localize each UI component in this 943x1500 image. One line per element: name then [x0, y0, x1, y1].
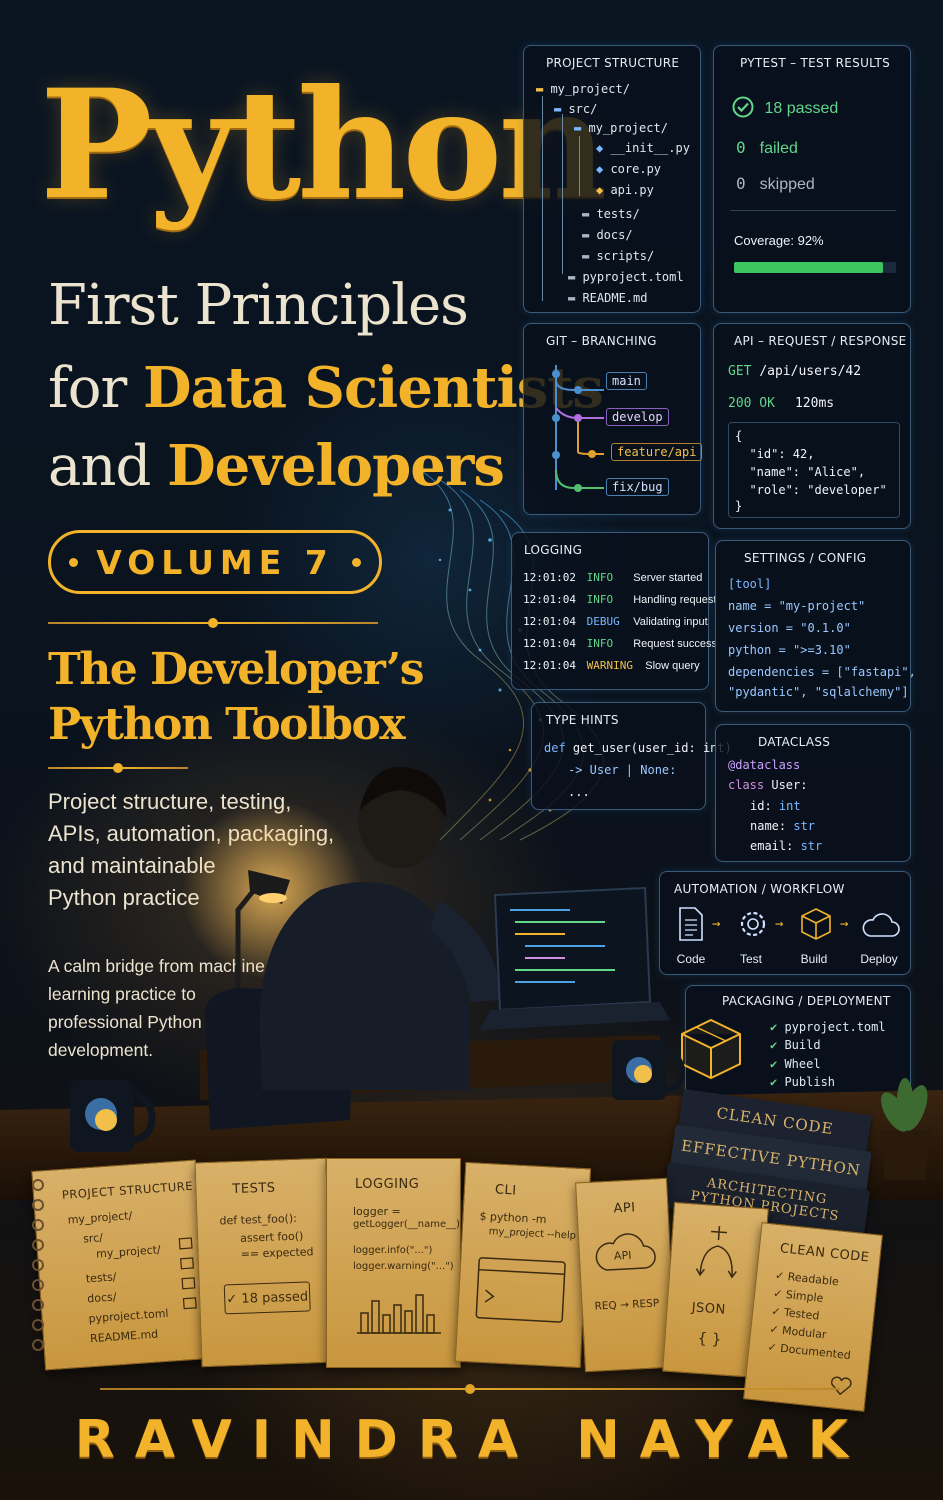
- panel-heading: TYPE HINTS: [546, 713, 619, 727]
- tree-item: ▬ README.md: [568, 291, 648, 305]
- panel-api: API – REQUEST / RESPONSE GET /api/users/…: [713, 323, 911, 529]
- api-status-line: 200 OK 120ms: [728, 396, 835, 411]
- panel-settings: SETTINGS / CONFIG [tool] name = "my-proj…: [715, 540, 916, 712]
- config-line: version = "0.1.0": [728, 621, 851, 635]
- title-first-principles: First Principles: [48, 273, 469, 338]
- folder-icon: ▬: [582, 207, 597, 221]
- folder-icon: ▬: [554, 102, 569, 116]
- file-icon: ▬: [568, 270, 583, 284]
- tests-passed-badge: ✓ 18 passed: [223, 1281, 311, 1315]
- panel-heading: PYTEST – TEST RESULTS: [740, 56, 891, 70]
- dot-left: [69, 557, 79, 567]
- tree-item: ◆ core.py: [596, 162, 662, 176]
- tree-item: ▬ src/: [554, 102, 598, 116]
- branch-develop: develop: [606, 408, 669, 426]
- page-api: API API REQ → RESP: [575, 1177, 677, 1373]
- tree-item: ▬ scripts/: [582, 249, 655, 263]
- panel-project-structure: PROJECT STRUCTURE ▬ my_project/ ▬ src/ ▬…: [523, 45, 701, 313]
- title-line-data-scientists: for Data Scientists: [48, 360, 604, 417]
- coverage-label: Coverage: 92%: [734, 233, 824, 248]
- volume-badge: VOLUME 7: [48, 530, 382, 594]
- log-row: 12:01:02 INFO Server started: [523, 571, 703, 584]
- config-line: name = "my-project": [728, 599, 866, 613]
- book-cover: Python First Principles for Data Scienti…: [0, 0, 943, 1500]
- subtitle-line1: The Developer’s: [48, 644, 424, 695]
- branch-main: main: [606, 372, 647, 390]
- failed-row: 0 failed: [736, 138, 798, 157]
- folder-icon: ▬: [582, 249, 597, 263]
- notebook-spiral: [32, 1179, 44, 1351]
- tree-item: ▬ tests/: [582, 207, 640, 221]
- log-row: 12:01:04 DEBUG Validating input: [523, 615, 708, 628]
- tree-item: ▬ my_project/: [574, 121, 668, 135]
- author-divider: [100, 1384, 840, 1394]
- panel-heading: GIT – BRANCHING: [546, 334, 657, 348]
- python-file-icon: ◆: [596, 141, 611, 155]
- page-cli: CLI $ python -m my_project --help: [454, 1161, 592, 1369]
- dot-right: [351, 557, 361, 567]
- log-row: 12:01:04 INFO Handling request: [523, 593, 717, 606]
- panel-heading: API – REQUEST / RESPONSE: [734, 334, 907, 348]
- panel-heading: LOGGING: [524, 543, 583, 557]
- panel-heading: PROJECT STRUCTURE: [546, 56, 680, 70]
- page-clean-code: CLEAN CODE ✓ Readable ✓ Simple ✓ Tested …: [743, 1222, 883, 1412]
- volume-label: VOLUME 7: [96, 542, 334, 582]
- divider-top: [48, 618, 378, 628]
- passed-row: 18 passed: [732, 96, 838, 118]
- terminal-window-icon: [475, 1257, 566, 1323]
- panel-logging: LOGGING 12:01:02 INFO Server started 12:0…: [511, 532, 717, 690]
- panel-pytest: PYTEST – TEST RESULTS 18 passed 0 failed …: [713, 45, 911, 313]
- tree-item: ▬ pyproject.toml: [568, 270, 684, 284]
- folder-icon: ▬: [536, 82, 551, 96]
- branch-fix: fix/bug: [606, 478, 669, 496]
- passed-label: 18 passed: [764, 100, 839, 117]
- page-tests: TESTS def test_foo(): assert foo() == ex…: [194, 1157, 334, 1368]
- panel-git: GIT – BRANCHING main develop feature/api…: [523, 323, 703, 515]
- file-icon: ▬: [568, 291, 583, 305]
- title-developers: Developers: [167, 433, 505, 499]
- folder-icon: ▬: [582, 228, 597, 242]
- config-line: [tool]: [728, 577, 772, 591]
- panel-heading: SETTINGS / CONFIG: [744, 551, 867, 565]
- merge-arrows-icon: [695, 1226, 737, 1279]
- tree-item: ▬ my_project/: [536, 82, 630, 96]
- api-request-line: GET /api/users/42: [728, 364, 862, 379]
- coverage-bar: [734, 262, 896, 273]
- config-line: dependencies = ["fastapi",: [728, 665, 916, 679]
- config-line: "pydantic", "sqlalchemy"]: [728, 685, 909, 699]
- title-python: Python: [40, 57, 607, 233]
- title-prefix-for: for: [48, 356, 144, 421]
- author-name: RAVINDRA NAYAK: [74, 1410, 869, 1470]
- log-row: 12:01:04 INFO Request success: [523, 637, 717, 650]
- coverage-fill: [734, 262, 884, 273]
- title-prefix-and: and: [48, 434, 168, 499]
- api-json-box: { "id": 42, "name": "Alice", "role": "de…: [728, 422, 900, 518]
- config-line: python = ">=3.10": [728, 643, 851, 657]
- check-circle-icon: [732, 96, 754, 118]
- title-line-developers: and Developers: [48, 438, 505, 495]
- branch-feature: feature/api: [611, 443, 703, 461]
- log-row: 12:01:04 WARNING Slow query: [523, 659, 700, 672]
- tree-item: ▬ docs/: [582, 228, 633, 242]
- heart-icon: [830, 1376, 852, 1396]
- python-file-icon: ◆: [596, 183, 611, 197]
- skipped-row: 0 skipped: [736, 174, 815, 193]
- tree-item: ◆ api.py: [596, 183, 654, 197]
- page-project-structure: PROJECT STRUCTURE my_project/ src/ my_pr…: [31, 1159, 210, 1371]
- page-logging: LOGGING logger = getLogger(__name__) log…: [326, 1158, 461, 1368]
- bar-sketch-icon: [357, 1294, 441, 1334]
- tree-item: ◆ __init__.py: [596, 141, 690, 155]
- python-file-icon: ◆: [596, 162, 611, 176]
- folder-icon: ▬: [574, 121, 589, 135]
